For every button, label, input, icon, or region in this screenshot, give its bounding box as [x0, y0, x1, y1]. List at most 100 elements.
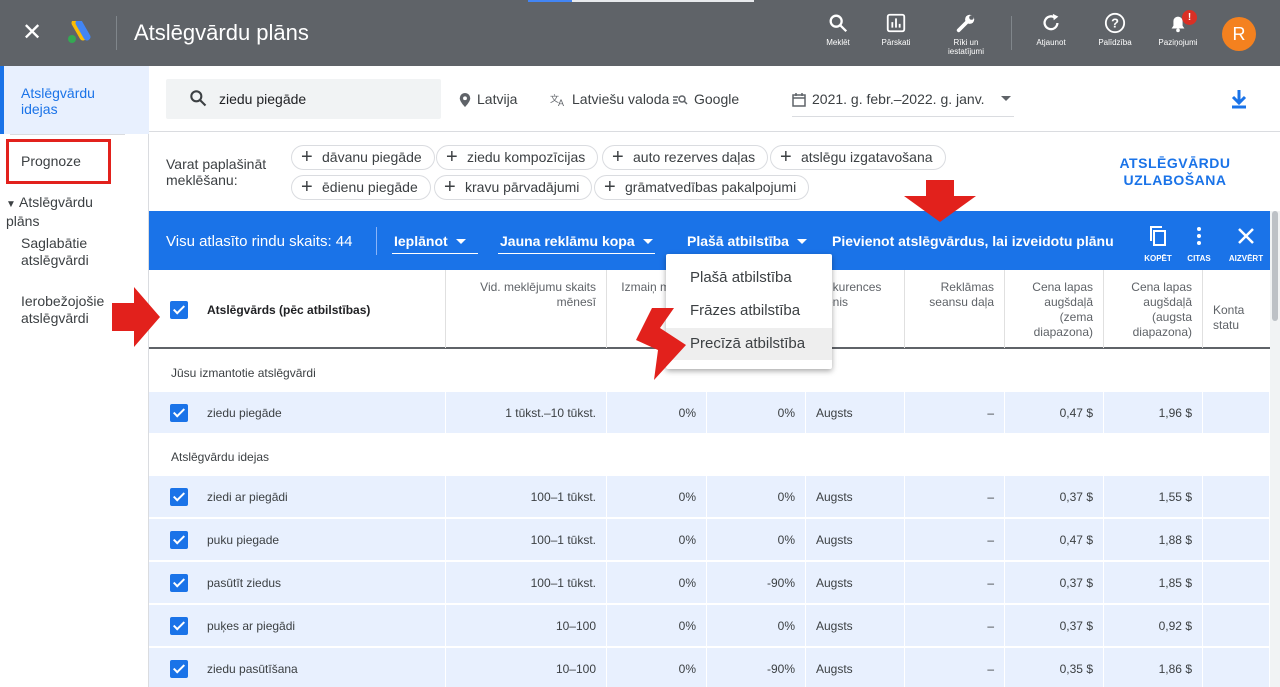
close-selection-button[interactable]: AIZVĒRT: [1227, 225, 1265, 263]
yoy-cell: 0%: [707, 605, 806, 647]
page-title: Atslēgvārdu plāns: [134, 20, 309, 45]
sidebar: Atslēgvārdu idejas Prognoze ▼ Atslēgvārd…: [0, 66, 149, 687]
date-range-filter[interactable]: 2021. g. febr.–2022. g. janv.: [792, 90, 985, 108]
new-ad-group-dropdown[interactable]: Jauna reklāmu kopa: [500, 233, 653, 250]
row-checkbox[interactable]: [170, 404, 188, 422]
dropdown-underline: [392, 253, 478, 254]
column-header-label: Atslēgvārds (pēc atbilstības): [207, 303, 371, 317]
table-row[interactable]: ziedu piegāde 1 tūkst.–10 tūkst. 0% 0% Augst…: [149, 392, 1270, 434]
add-keywords-to-plan-button[interactable]: Pievienot atslēgvārdus, lai izveidotu pl…: [832, 233, 1114, 250]
row-checkbox[interactable]: [170, 488, 188, 506]
network-label: Google: [694, 91, 740, 107]
suggestion-chip[interactable]: kravu pārvadājumi: [434, 175, 593, 200]
avatar[interactable]: R: [1222, 17, 1256, 51]
low-bid-cell: 0,37 $: [1005, 562, 1104, 604]
search-input[interactable]: ziedu piegāde: [166, 79, 441, 119]
column-header-high-bid[interactable]: Cena lapas augšdaļā (augsta diapazona): [1104, 270, 1203, 348]
column-header-low-bid[interactable]: Cena lapas augšdaļā (zema diapazona): [1005, 270, 1104, 348]
table-row[interactable]: puku piegade 100–1 tūkst. 0% 0% Augsts –0,47 …: [149, 519, 1270, 561]
row-checkbox[interactable]: [170, 574, 188, 592]
scrollbar[interactable]: [1270, 211, 1280, 687]
yoy-cell: -90%: [707, 648, 806, 687]
impr-share-cell: –: [905, 476, 1005, 518]
suggestion-chip[interactable]: ēdienu piegāde: [291, 175, 431, 200]
sidebar-item-saved-keywords[interactable]: Saglabātie atslēgvārdi: [21, 235, 141, 269]
close-icon: [1238, 228, 1254, 244]
row-checkbox[interactable]: [170, 617, 188, 635]
chevron-down-icon: [455, 239, 466, 244]
table-row[interactable]: puķes ar piegādi 10–100 0% 0% Augsts –0,37 $0…: [149, 605, 1270, 647]
divider: [376, 227, 377, 255]
search-tool-button[interactable]: Meklēt: [820, 12, 856, 47]
table-row[interactable]: ziedu pasūtīšana 10–100 0% -90% Augsts –0,35 …: [149, 648, 1270, 687]
menu-item-exact-match[interactable]: Precīzā atbilstība: [666, 328, 832, 360]
section-header-keyword-ideas: Atslēgvārdu idejas: [149, 435, 1270, 477]
translate-icon: 文A: [550, 93, 564, 108]
competition-cell: Augsts: [806, 562, 905, 604]
column-header-impression-share[interactable]: Reklāmas seansu daļa: [905, 270, 1005, 348]
close-icon[interactable]: ✕: [22, 21, 42, 45]
column-header-account-status[interactable]: Konta statu: [1203, 270, 1270, 348]
sidebar-item-keyword-ideas[interactable]: Atslēgvārdu idejas: [0, 66, 149, 134]
select-all-checkbox[interactable]: [170, 301, 188, 319]
impr-share-cell: –: [905, 519, 1005, 561]
divider: [1011, 16, 1012, 50]
search-icon: [190, 90, 207, 107]
impr-share-cell: –: [905, 392, 1005, 434]
language-label: Latviešu valoda: [572, 91, 670, 107]
row-checkbox[interactable]: [170, 660, 188, 678]
reports-tool-button[interactable]: Pārskati: [876, 12, 916, 47]
three-month-cell: 0%: [607, 519, 707, 561]
network-filter[interactable]: Google: [672, 90, 739, 108]
match-type-dropdown[interactable]: Plašā atbilstība: [687, 233, 807, 250]
searches-cell: 1 tūkst.–10 tūkst.: [446, 392, 607, 434]
searches-cell: 100–1 tūkst.: [446, 519, 607, 561]
help-icon: ?: [1104, 12, 1126, 34]
tools-settings-button[interactable]: Rīki un iestatījumi: [938, 12, 994, 56]
high-bid-cell: 1,86 $: [1104, 648, 1203, 687]
menu-item-phrase-match[interactable]: Frāzes atbilstība: [666, 295, 832, 327]
menu-item-broad-match[interactable]: Plašā atbilstība: [666, 262, 832, 294]
language-filter[interactable]: 文 A Latviešu valoda: [550, 90, 669, 108]
keyword-text: ziedu pasūtīšana: [207, 662, 298, 676]
svg-text:A: A: [558, 98, 564, 107]
location-pin-icon: [459, 93, 471, 107]
row-checkbox[interactable]: [170, 531, 188, 549]
refresh-icon: [1043, 13, 1059, 31]
location-filter[interactable]: Latvija: [459, 90, 517, 108]
help-button[interactable]: ? Palīdzība: [1094, 12, 1136, 47]
low-bid-cell: 0,37 $: [1005, 476, 1104, 518]
download-icon[interactable]: [1229, 88, 1249, 110]
impr-share-cell: –: [905, 605, 1005, 647]
suggestion-chip[interactable]: ziedu kompozīcijas: [436, 145, 599, 170]
copy-button[interactable]: KOPĒT: [1142, 225, 1174, 263]
plan-dropdown[interactable]: Ieplānot: [394, 233, 466, 250]
refine-keywords-button[interactable]: ATSLĒGVĀRDU UZLABOŠANA: [1115, 155, 1235, 189]
suggestion-chip[interactable]: atslēgu izgatavošana: [770, 145, 946, 170]
yoy-cell: 0%: [707, 476, 806, 518]
status-cell: [1203, 519, 1270, 561]
calendar-icon: [792, 93, 806, 107]
suggestion-chip[interactable]: auto rezerves daļas: [602, 145, 769, 170]
searches-cell: 10–100: [446, 648, 607, 687]
sidebar-item-label: Atslēgvārdu plāns: [6, 194, 93, 229]
column-header-keyword[interactable]: Atslēgvārds (pēc atbilstības): [149, 270, 446, 348]
more-button[interactable]: CITAS: [1184, 225, 1214, 263]
chevron-down-icon[interactable]: [1001, 96, 1011, 101]
three-month-cell: 0%: [607, 648, 707, 687]
refresh-button[interactable]: Atjaunot: [1032, 12, 1070, 47]
suggestion-chip[interactable]: grāmatvedības pakalpojumi: [594, 175, 810, 200]
table-row[interactable]: pasūtīt ziedus 100–1 tūkst. 0% -90% Augsts –0…: [149, 562, 1270, 604]
keyword-text: puku piegade: [207, 533, 280, 547]
competition-cell: Augsts: [806, 476, 905, 518]
yoy-cell: -90%: [707, 562, 806, 604]
suggestion-chip[interactable]: dāvanu piegāde: [291, 145, 435, 170]
search-query: ziedu piegāde: [219, 91, 307, 107]
table-row[interactable]: ziedi ar piegādi 100–1 tūkst. 0% 0% Augsts –0…: [149, 476, 1270, 518]
column-header-avg-searches[interactable]: Vid. meklējumu skaits mēnesī: [446, 270, 607, 348]
status-cell: [1203, 562, 1270, 604]
low-bid-cell: 0,37 $: [1005, 605, 1104, 647]
sidebar-item-keyword-plan[interactable]: ▼ Atslēgvārdu plāns: [6, 194, 126, 230]
top-app-bar: ✕ Atslēgvārdu plāns Meklēt Pārskati Rīki…: [0, 0, 1280, 66]
annotation-arrow-down: [904, 180, 976, 222]
